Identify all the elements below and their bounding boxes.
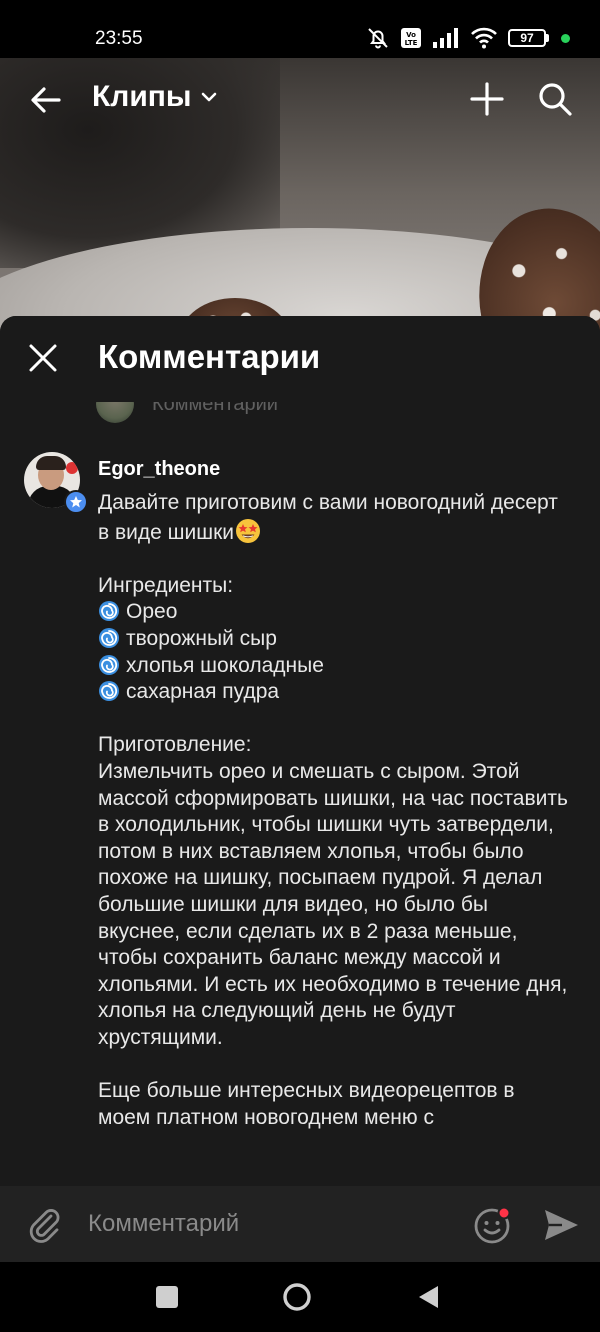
cyclone-emoji-icon (99, 681, 119, 702)
bell-muted-icon (368, 28, 388, 49)
cyclone-emoji-icon (99, 627, 119, 648)
ingredient-item: Орео (126, 600, 178, 624)
wifi-icon (471, 27, 497, 49)
status-time: 23:55 (95, 28, 143, 49)
plus-icon[interactable] (468, 80, 506, 118)
arrow-back-icon[interactable] (28, 82, 64, 118)
home-circle-icon[interactable] (282, 1282, 312, 1312)
comment-input-bar (0, 1186, 600, 1262)
prep-text: Измельчить орео и смешать с сыром. Этой … (98, 759, 574, 1049)
battery-icon: 97 (508, 29, 549, 47)
back-triangle-icon[interactable] (416, 1284, 440, 1310)
clips-dropdown[interactable]: Клипы (92, 80, 218, 114)
comments-sheet: Комментарии Комментарии Egor_theone Дава… (0, 316, 600, 1260)
star-struck-emoji-icon (236, 518, 260, 543)
privacy-dot (561, 33, 570, 43)
send-icon[interactable] (540, 1204, 582, 1246)
cyclone-emoji-icon (99, 654, 119, 675)
battery-level: 97 (508, 29, 546, 47)
signal-icon (433, 28, 458, 48)
verified-badge-icon (64, 490, 88, 514)
ingredients-title: Ингредиенты: (98, 573, 234, 597)
search-icon[interactable] (536, 80, 574, 118)
author-avatar[interactable] (24, 452, 88, 514)
paperclip-icon[interactable] (24, 1204, 64, 1244)
ingredient-item: хлопья шоколадные (126, 653, 324, 677)
prep-title: Приготовление: (98, 733, 252, 757)
svg-text:Vo: Vo (406, 31, 416, 39)
chevron-down-icon (201, 92, 216, 102)
close-icon[interactable] (26, 341, 60, 375)
page-title: Клипы (92, 80, 192, 113)
recents-square-icon[interactable] (156, 1286, 178, 1308)
ingredient-item: сахарная пудра (126, 680, 280, 704)
emoji-smile-icon[interactable] (472, 1204, 514, 1246)
sheet-title: Комментарии (98, 338, 321, 375)
comment-intro: Давайте приготовим с вами новогодний дес… (98, 491, 564, 544)
sheet-header: Комментарии (0, 316, 600, 402)
status-icons: Vo LTE 97 (366, 26, 570, 50)
ingredient-item: творожный сыр (126, 626, 277, 650)
system-nav-bar (0, 1262, 600, 1332)
volte-icon: Vo LTE (401, 28, 421, 48)
comment-body: Давайте приготовим с вами новогодний дес… (98, 490, 568, 1131)
comment-input[interactable] (88, 1204, 448, 1244)
svg-text:LTE: LTE (405, 39, 418, 47)
comment-author[interactable]: Egor_theone (98, 458, 220, 481)
top-bar: Клипы (0, 58, 600, 142)
status-bar: 23:55 Vo LTE 97 (0, 0, 600, 58)
comment-outro: Еще больше интересных видеорецептов в мо… (98, 1079, 521, 1129)
cyclone-emoji-icon (99, 601, 119, 622)
